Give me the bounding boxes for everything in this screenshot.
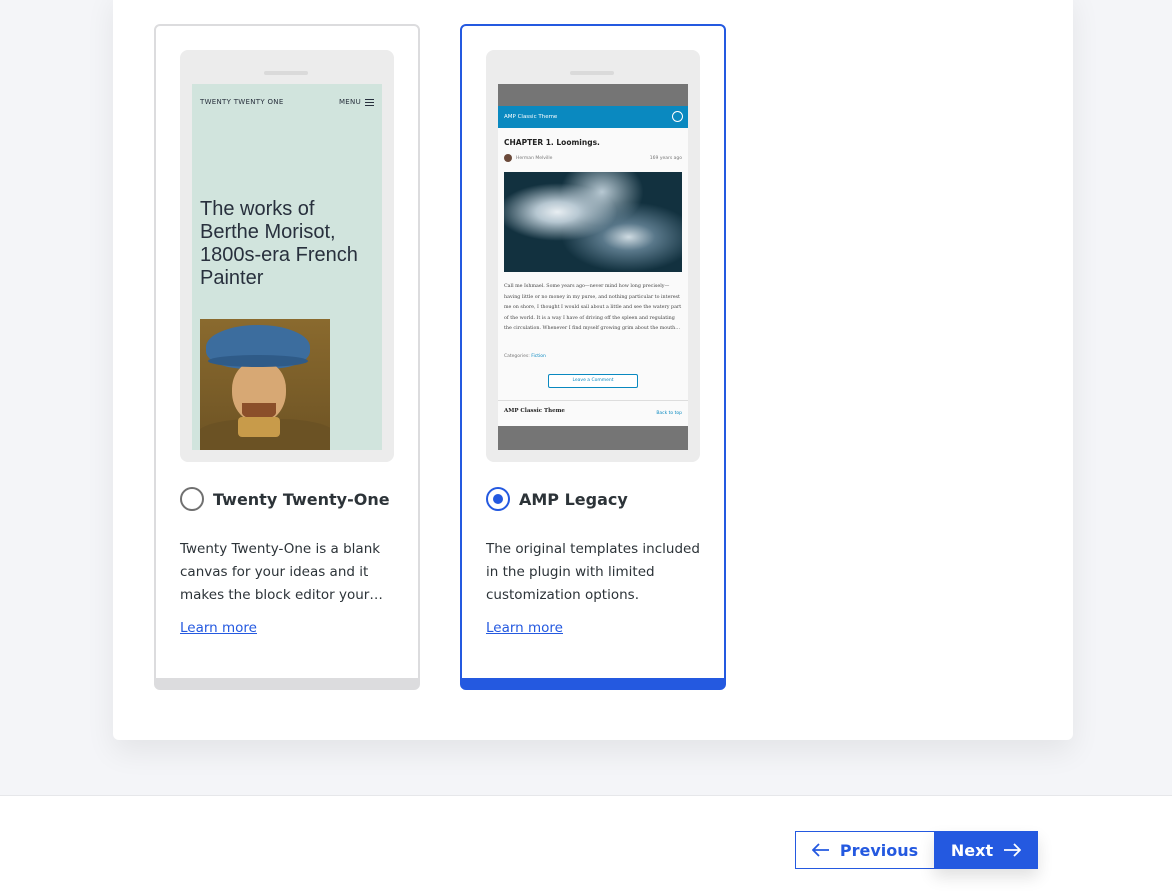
portrait-painting-image <box>200 319 330 450</box>
theme-card-twenty-twenty-one[interactable]: TWENTY TWENTY ONE MENU The works of Bert… <box>154 24 420 690</box>
preview-categories-label: Categories: <box>504 354 530 359</box>
theme-preview-phone: AMP Classic Theme CHAPTER 1. Loomings. H… <box>486 50 700 462</box>
theme-title: AMP Legacy <box>519 490 628 509</box>
author-avatar <box>504 154 512 162</box>
preview-author: Herman Melville <box>516 155 553 161</box>
preview-back-to-top: Back to top <box>656 411 682 416</box>
arrow-left-icon <box>811 843 829 857</box>
preview-amp-header: AMP Classic Theme <box>498 106 688 128</box>
twenty-twenty-one-preview: TWENTY TWENTY ONE MENU The works of Bert… <box>192 84 382 450</box>
preview-amp-header-title: AMP Classic Theme <box>504 114 558 120</box>
preview-category: Fiction <box>531 354 546 359</box>
next-button[interactable]: Next <box>934 831 1038 869</box>
theme-radio-amp-legacy[interactable] <box>486 487 510 511</box>
preview-post-age: 169 years ago <box>649 155 682 161</box>
next-button-label: Next <box>950 840 994 860</box>
theme-radio-twenty-twenty-one[interactable] <box>180 487 204 511</box>
theme-description: Twenty Twenty-One is a blank canvas for … <box>180 541 383 603</box>
ocean-waves-image <box>504 172 682 272</box>
phone-speaker <box>264 71 308 75</box>
theme-description: The original templates included in the p… <box>486 541 700 603</box>
phone-speaker <box>570 71 614 75</box>
preview-footer-title: AMP Classic Theme <box>504 408 565 414</box>
learn-more-link[interactable]: Learn more <box>486 620 563 636</box>
preview-menu: MENU <box>339 98 374 106</box>
preview-categories: Categories: Fiction <box>504 354 546 359</box>
preview-headline: The works of Berthe Morisot, 1800s-era F… <box>200 198 358 289</box>
theme-title: Twenty Twenty-One <box>213 490 390 509</box>
preview-site-title: TWENTY TWENTY ONE <box>200 98 284 106</box>
theme-preview-phone: TWENTY TWENTY ONE MENU The works of Bert… <box>180 50 394 462</box>
amp-legacy-preview: AMP Classic Theme CHAPTER 1. Loomings. H… <box>498 84 688 450</box>
preview-header: TWENTY TWENTY ONE MENU <box>200 98 374 106</box>
preview-post-title: CHAPTER 1. Loomings. <box>504 138 600 147</box>
site-icon <box>672 111 683 122</box>
previous-button-label: Previous <box>839 840 919 860</box>
learn-more-link[interactable]: Learn more <box>180 620 257 636</box>
previous-button[interactable]: Previous <box>795 831 935 869</box>
theme-card-amp-legacy[interactable]: AMP Classic Theme CHAPTER 1. Loomings. H… <box>460 24 726 690</box>
preview-leave-comment-button: Leave a Comment <box>548 374 638 388</box>
preview-post-body: Call me Ishmael. Some years ago—never mi… <box>504 284 682 331</box>
hamburger-icon <box>365 98 374 106</box>
arrow-right-icon <box>1004 843 1022 857</box>
preview-menu-label: MENU <box>338 98 361 106</box>
preview-post-meta: Herman Melville 169 years ago <box>504 154 682 162</box>
wizard-footer: Previous Next <box>0 795 1172 896</box>
